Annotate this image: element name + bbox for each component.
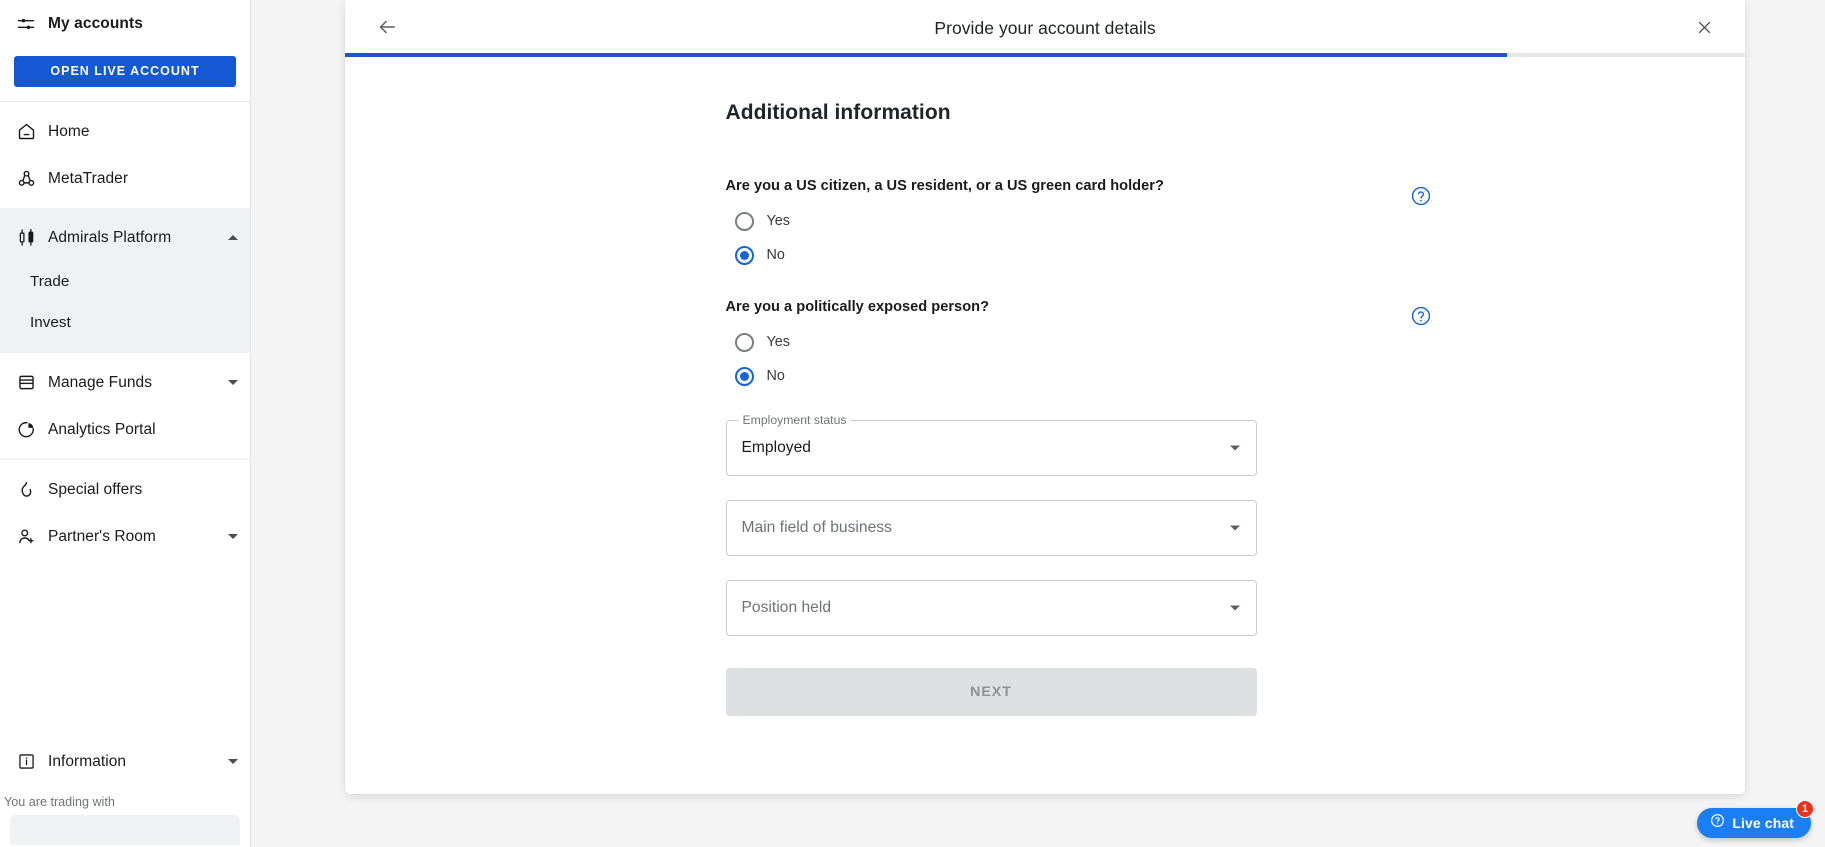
sidebar-manage-funds-label: Manage Funds [48,373,152,391]
radio-indicator [734,245,754,265]
select-main-field-of-business[interactable]: Main field of business [725,500,1257,556]
sidebar-group-funds: Manage Funds Analytics Portal [0,353,250,459]
chevron-down-icon [1229,605,1240,611]
help-circle-icon[interactable] [1410,305,1432,327]
sliders-icon [8,14,44,34]
home-icon [8,121,44,142]
radio-label: No [766,247,785,263]
app-root: My accounts OPEN LIVE ACCOUNT Home MetaT… [0,0,1825,847]
question-politically-exposed: Are you a politically exposed person? Ye… [725,299,1430,393]
radio-indicator [734,211,754,231]
sidebar-item-admirals-platform[interactable]: Admirals Platform [0,214,250,261]
live-chat-badge: 1 [1796,800,1814,818]
sidebar-group-primary: Home MetaTrader [0,102,250,208]
sidebar-item-home[interactable]: Home [0,108,250,155]
select-employment-status-legend: Employment status [737,413,852,427]
radio-pep-yes[interactable]: Yes [726,325,1257,359]
close-icon [1696,19,1713,39]
back-button[interactable] [367,9,407,49]
sidebar-item-manage-funds[interactable]: Manage Funds [0,359,250,406]
radio-us-citizen-yes[interactable]: Yes [726,204,1257,238]
sidebar-group-admirals-platform: Admirals Platform Trade Invest [0,208,250,353]
chevron-down-icon[interactable] [216,759,250,764]
chevron-down-icon[interactable] [216,380,250,385]
sidebar-admirals-platform-label: Admirals Platform [48,228,172,246]
open-live-account-button[interactable]: OPEN LIVE ACCOUNT [14,56,236,87]
question-us-citizen: Are you a US citizen, a US resident, or … [725,178,1430,272]
info-square-icon [8,751,44,772]
select-main-field-of-business-placeholder: Main field of business [741,519,892,536]
sidebar-subitem-trade[interactable]: Trade [0,261,250,302]
sidebar-my-accounts-label: My accounts [48,15,143,32]
main-content: Provide your account details Additional … [251,0,1825,847]
question-politically-exposed-label: Are you a politically exposed person? [725,299,989,315]
radio-indicator [734,366,754,386]
sidebar-item-analytics-portal[interactable]: Analytics Portal [0,406,250,453]
sidebar-invest-label: Invest [30,314,71,331]
sidebar-trade-label: Trade [30,273,70,290]
arrow-left-icon [376,16,398,41]
form-column: Additional information Are you a US citi… [725,101,1430,716]
radio-label: No [766,368,785,384]
sidebar-special-offers-label: Special offers [48,480,143,498]
select-position-held-placeholder: Position held [741,599,832,616]
sidebar-home-label: Home [48,122,90,140]
live-chat-button[interactable]: Live chat 1 [1697,800,1814,838]
help-circle-icon[interactable] [1410,185,1432,207]
sidebar-subitem-invest[interactable]: Invest [0,302,250,343]
pie-chart-icon [8,419,44,440]
sidebar-item-my-accounts[interactable]: My accounts [0,0,250,48]
radio-label: Yes [766,213,790,229]
select-employment-status-value: Employed [741,439,812,456]
radio-label: Yes [766,334,790,350]
chevron-down-icon [1229,525,1240,531]
sidebar: My accounts OPEN LIVE ACCOUNT Home MetaT… [0,0,251,847]
sidebar-group-offers: Special offers Partner's Room [0,460,250,566]
user-plus-icon [8,526,44,547]
sidebar-partners-room-label: Partner's Room [48,527,156,545]
modal-header: Provide your account details [345,0,1745,57]
chevron-down-icon [1229,445,1240,451]
candlestick-icon [8,227,44,248]
open-live-account-wrap: OPEN LIVE ACCOUNT [0,48,250,101]
sidebar-top: My accounts OPEN LIVE ACCOUNT [0,0,250,101]
sidebar-item-metatrader[interactable]: MetaTrader [0,155,250,202]
chevron-up-icon[interactable] [216,235,250,240]
sidebar-metatrader-label: MetaTrader [48,169,129,187]
live-chat-label: Live chat [1732,815,1794,831]
radio-pep-no[interactable]: No [726,359,1257,393]
sidebar-information-label: Information [48,752,127,770]
radio-us-citizen-no[interactable]: No [726,238,1257,272]
modal-title: Provide your account details [934,18,1156,38]
radio-indicator [734,332,754,352]
next-button[interactable]: NEXT [725,668,1257,716]
help-circle-icon [1710,813,1725,833]
page-title: Additional information [725,101,951,124]
sidebar-item-partners-room[interactable]: Partner's Room [0,513,250,560]
account-details-modal: Provide your account details Additional … [345,0,1745,794]
sidebar-bottom: Information You are trading with [0,738,250,847]
wallet-icon [8,372,44,393]
select-employment-status[interactable]: Employment status Employed [725,413,1257,476]
modal-body: Additional information Are you a US citi… [345,57,1745,794]
flame-icon [8,479,44,500]
broker-card[interactable] [10,815,240,845]
question-us-citizen-label: Are you a US citizen, a US resident, or … [725,178,1164,194]
metatrader-icon [8,168,44,189]
sidebar-item-information[interactable]: Information [0,738,250,785]
trading-with-note: You are trading with [4,795,115,809]
sidebar-item-special-offers[interactable]: Special offers [0,466,250,513]
close-button[interactable] [1685,10,1723,48]
chevron-down-icon[interactable] [216,534,250,539]
select-position-held[interactable]: Position held [725,580,1257,636]
sidebar-analytics-portal-label: Analytics Portal [48,420,156,438]
